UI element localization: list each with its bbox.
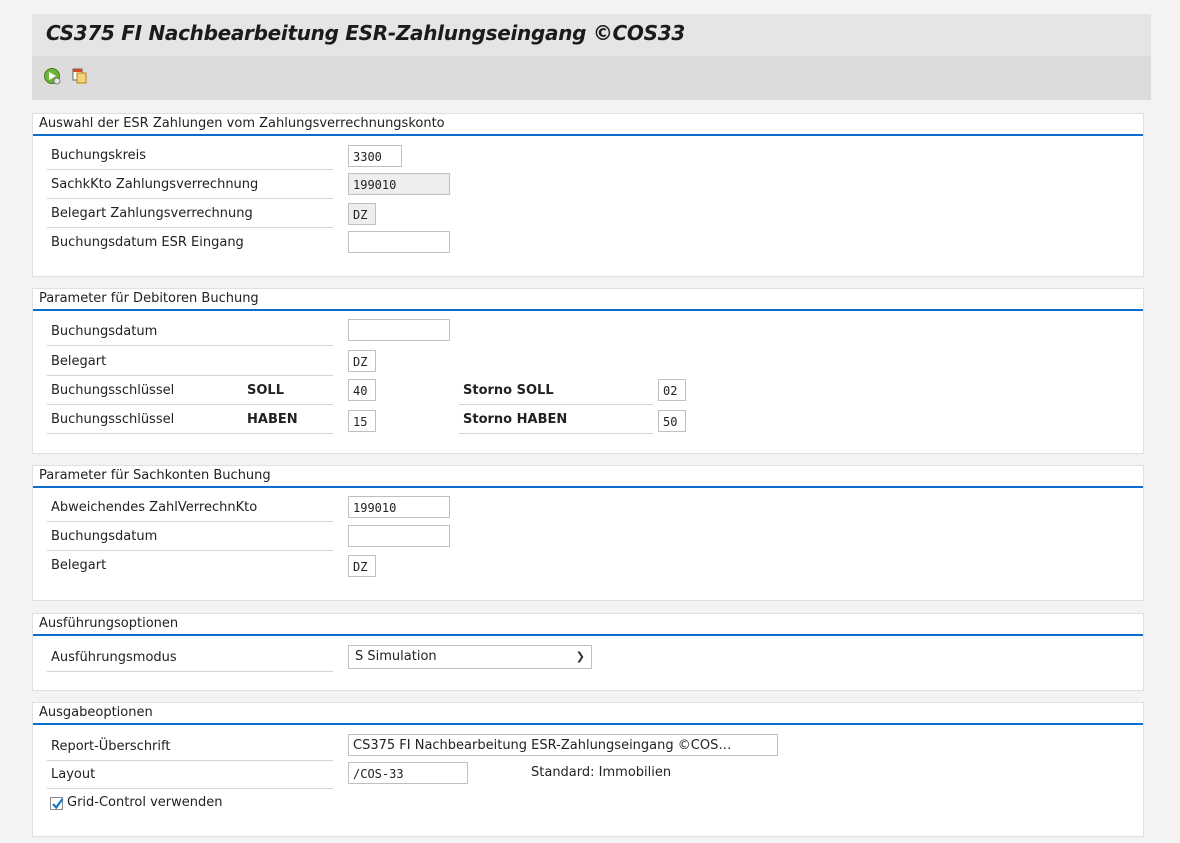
section-divider bbox=[33, 634, 1143, 636]
page-title: CS375 FI Nachbearbeitung ESR-Zahlungsein… bbox=[46, 21, 685, 45]
section-sachkonten: Parameter für Sachkonten Buchung Abweich… bbox=[32, 465, 1144, 601]
storno-haben-label: Storno HABEN bbox=[459, 407, 653, 434]
sk-buchungsdatum-field[interactable] bbox=[348, 525, 450, 547]
soll-sublabel: SOLL bbox=[247, 383, 284, 398]
sk-belegart-label: Belegart bbox=[51, 558, 107, 573]
bs-soll-text: Buchungsschlüssel bbox=[51, 383, 175, 398]
storno-haben-field[interactable]: 50 bbox=[658, 410, 686, 432]
section-selection: Auswahl der ESR Zahlungen vom Zahlungsve… bbox=[32, 113, 1144, 277]
haben-sublabel: HABEN bbox=[247, 412, 298, 427]
storno-soll-label: Storno SOLL bbox=[459, 378, 653, 405]
layout-field[interactable]: /COS-33 bbox=[348, 762, 468, 784]
sk-buchungsdatum-label: Buchungsdatum bbox=[47, 524, 333, 551]
belegart-field[interactable]: DZ bbox=[348, 203, 376, 225]
modus-label: Ausführungsmodus bbox=[47, 645, 333, 672]
layout-description: Standard: Immobilien bbox=[531, 765, 672, 780]
section-title: Parameter für Debitoren Buchung bbox=[39, 291, 259, 306]
grid-control-checkbox[interactable] bbox=[50, 797, 64, 810]
bs-soll-label: Buchungsschlüssel SOLL bbox=[47, 378, 333, 405]
deb-buchungsdatum-label: Buchungsdatum bbox=[47, 319, 333, 346]
storno-soll-field[interactable]: 02 bbox=[658, 379, 686, 401]
bs-haben-field[interactable]: 15 bbox=[348, 410, 376, 432]
title-bar: CS375 FI Nachbearbeitung ESR-Zahlungsein… bbox=[32, 14, 1151, 56]
deb-buchungsdatum-field[interactable] bbox=[348, 319, 450, 341]
section-divider bbox=[33, 134, 1143, 136]
section-divider bbox=[33, 309, 1143, 311]
deb-belegart-field[interactable]: DZ bbox=[348, 350, 376, 372]
layout-label: Layout bbox=[47, 762, 333, 789]
report-field[interactable]: CS375 FI Nachbearbeitung ESR-Zahlungsein… bbox=[348, 734, 778, 756]
bs-haben-label: Buchungsschlüssel HABEN bbox=[47, 407, 333, 434]
section-divider bbox=[33, 723, 1143, 725]
sk-belegart-field[interactable]: DZ bbox=[348, 555, 376, 577]
report-label: Report-Überschrift bbox=[47, 734, 333, 761]
section-ausgabe: Ausgabeoptionen Report-Überschrift CS375… bbox=[32, 702, 1144, 837]
section-title: Ausgabeoptionen bbox=[39, 705, 153, 720]
section-divider bbox=[33, 486, 1143, 488]
variant-icon[interactable] bbox=[70, 66, 90, 86]
bs-haben-text: Buchungsschlüssel bbox=[51, 412, 175, 427]
section-title: Parameter für Sachkonten Buchung bbox=[39, 468, 271, 483]
sachkkto-field[interactable]: 199010 bbox=[348, 173, 450, 195]
checkmark-icon bbox=[52, 798, 64, 810]
modus-select[interactable]: S Simulation ❯ bbox=[348, 645, 592, 669]
section-debitoren: Parameter für Debitoren Buchung Buchungs… bbox=[32, 288, 1144, 454]
section-title: Ausführungsoptionen bbox=[39, 616, 179, 631]
modus-value: S Simulation bbox=[355, 649, 437, 664]
execute-icon[interactable] bbox=[42, 66, 62, 86]
buchungskreis-label: Buchungskreis bbox=[47, 143, 333, 170]
toolbar bbox=[32, 56, 1151, 100]
buchungsdatum-esr-label: Buchungsdatum ESR Eingang bbox=[51, 235, 244, 250]
belegart-label: Belegart Zahlungsverrechnung bbox=[47, 201, 333, 228]
deb-belegart-label: Belegart bbox=[47, 349, 333, 376]
sachkkto-label: SachkKto Zahlungsverrechnung bbox=[47, 172, 333, 199]
chevron-down-icon: ❯ bbox=[575, 650, 585, 663]
section-ausfuehrung: Ausführungsoptionen Ausführungsmodus S S… bbox=[32, 613, 1144, 691]
section-title: Auswahl der ESR Zahlungen vom Zahlungsve… bbox=[39, 116, 445, 131]
buchungsdatum-esr-field[interactable] bbox=[348, 231, 450, 253]
grid-control-label: Grid-Control verwenden bbox=[67, 795, 223, 810]
buchungskreis-field[interactable]: 3300 bbox=[348, 145, 402, 167]
abw-konto-field[interactable]: 199010 bbox=[348, 496, 450, 518]
bs-soll-field[interactable]: 40 bbox=[348, 379, 376, 401]
abw-konto-label: Abweichendes ZahlVerrechnKto bbox=[47, 495, 333, 522]
